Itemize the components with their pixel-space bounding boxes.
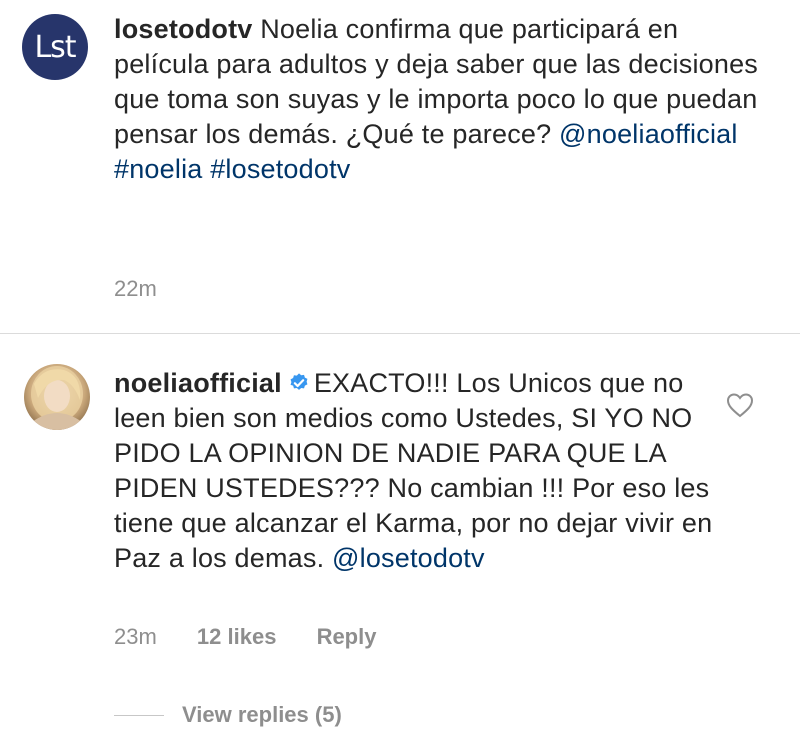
noeliaofficial-avatar[interactable] [24,364,90,430]
comment-likes-count[interactable]: 12 likes [197,624,277,649]
comment-meta: 23m 12 likes Reply [114,624,410,650]
caption-hashtag-noelia[interactable]: #noelia [114,154,202,184]
comment-block: noeliaofficial EXACTO!!! Los Unicos que n… [0,334,800,729]
comment-text: noeliaofficial EXACTO!!! Los Unicos que n… [114,366,714,576]
caption-username[interactable]: losetodotv [114,14,253,44]
caption-hashtag-losetodotv[interactable]: #losetodotv [210,154,350,184]
caption-mention-link[interactable]: @noeliaofficial [559,119,738,149]
reply-button[interactable]: Reply [317,624,377,649]
comment-timestamp: 23m [114,624,157,649]
verified-badge-icon [290,373,308,390]
replies-divider-line [114,714,164,716]
caption-text: losetodotv Noelia confirma que participa… [114,12,764,187]
view-replies-label: View replies (5) [182,702,342,727]
comment-mention-link[interactable]: @losetodotv [332,543,485,573]
avatar-portrait-graphic [31,366,83,430]
like-heart-icon[interactable] [726,392,754,418]
caption-timestamp: 22m [114,276,157,301]
comment-username[interactable]: noeliaofficial [114,368,282,398]
caption-meta: 22m [114,276,191,302]
losetodotv-avatar[interactable]: Lst [22,14,88,80]
avatar-logo-text: Lst [34,29,76,65]
view-replies-button[interactable]: View replies (5) [114,700,342,730]
post-caption-block: Lst losetodotv Noelia confirma que parti… [0,0,800,333]
